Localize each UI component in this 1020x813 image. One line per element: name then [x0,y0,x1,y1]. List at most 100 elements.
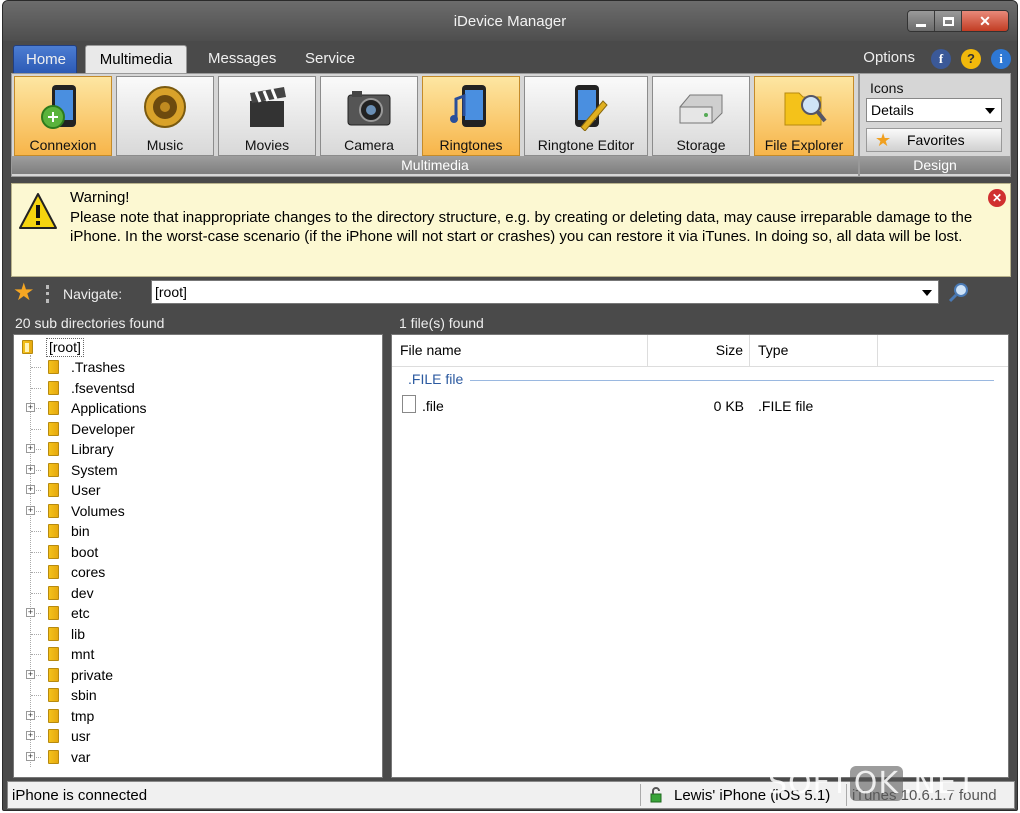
expand-icon[interactable]: + [26,485,35,494]
favorite-star-icon[interactable]: ★ [13,279,35,307]
tree-item-label: bin [71,523,90,539]
tree-count: 20 sub directories found [15,315,165,331]
speaker-icon [144,86,186,128]
ringtone-editor-icon [575,85,608,131]
tab-home[interactable]: Home [13,45,77,73]
folder-search-icon [784,92,827,126]
music-label: Music [146,137,184,153]
tree-item[interactable]: + private [14,665,374,685]
files-count: 1 file(s) found [399,315,484,331]
directory-tree[interactable]: [root] .Trashes .fseventsd + Applications De… [13,334,383,778]
tree-item[interactable]: + tmp [14,706,374,726]
tree-item[interactable]: + etc [14,603,374,623]
maximize-button[interactable] [935,11,962,31]
watermark-logo: SOFT OK .NET [768,766,976,801]
tab-multimedia[interactable]: Multimedia [85,45,187,73]
favorites-button[interactable]: ★ Favorites [866,128,1002,152]
warning-close-icon[interactable]: ✕ [988,189,1006,207]
tree-item[interactable]: + Library [14,439,374,459]
tree-item[interactable]: mnt [14,644,374,664]
file-group-header[interactable]: .FILE file [408,371,463,387]
chevron-down-icon[interactable] [922,290,932,296]
close-button[interactable]: ✕ [962,11,1008,31]
tree-item[interactable]: cores [14,562,374,582]
expand-icon[interactable]: + [26,444,35,453]
connexion-phone-icon [41,85,76,129]
folder-icon [48,606,59,620]
expand-icon[interactable]: + [26,403,35,412]
tab-messages[interactable]: Messages [196,45,288,73]
help-icon[interactable]: ? [961,49,981,69]
tree-item-label: tmp [71,707,95,724]
search-icon[interactable] [947,281,971,303]
multimedia-group-label: Multimedia [12,156,858,174]
column-size[interactable]: Size [648,335,750,366]
tree-item-label: .fseventsd [71,379,135,396]
tree-connector [31,592,41,594]
path-input[interactable]: [root] [151,280,939,304]
tree-item-label: mnt [71,646,95,662]
movies-button[interactable]: Movies [218,76,316,156]
expand-icon[interactable]: + [26,731,35,740]
file-row[interactable]: .file 0 KB .FILE file [392,395,1008,417]
camera-button[interactable]: Camera [320,76,418,156]
title-bar[interactable]: iDevice Manager ✕ [3,1,1017,41]
ribbon-group-design: Icons Details ★ Favorites Design [860,74,1010,176]
tree-item[interactable]: Developer [14,419,374,439]
tree-item-label: .Trashes [71,359,125,375]
expand-icon[interactable]: + [26,751,35,761]
info-icon[interactable]: i [991,49,1011,69]
storage-button[interactable]: Storage [652,76,750,156]
tree-item[interactable]: .Trashes [14,357,374,377]
expand-icon[interactable]: + [26,669,35,679]
tree-item[interactable]: .fseventsd [14,378,374,398]
tree-item[interactable]: + usr [14,726,374,746]
music-button[interactable]: Music [116,76,214,156]
options-menu[interactable]: Options [863,49,915,66]
file-explorer-button[interactable]: File Explorer [754,76,854,156]
expand-icon[interactable]: + [26,505,35,515]
folder-icon [48,483,59,497]
tree-connector [31,695,41,696]
column-type[interactable]: Type [750,335,878,366]
warning-text: Please note that inappropriate changes t… [70,209,973,245]
column-file-name[interactable]: File name [392,335,648,366]
camera-label: Camera [344,137,394,153]
tree-item[interactable]: + var [14,747,374,767]
tree-item[interactable]: lib [14,624,374,644]
expand-icon[interactable]: + [26,710,35,720]
folder-icon [48,585,59,600]
file-list[interactable]: File name Size Type .FILE file .file 0 K… [391,334,1009,778]
tree-item[interactable]: sbin [14,685,374,705]
connexion-label: Connexion [29,137,97,153]
tree-connector [31,633,41,635]
tree-item[interactable]: bin [14,521,374,541]
expand-icon[interactable]: + [26,464,35,474]
tree-item-label: Volumes [71,502,125,519]
group-divider [470,380,994,381]
toolbar-grip[interactable] [46,285,49,303]
minimize-button[interactable] [908,11,935,31]
folder-icon [48,729,59,743]
ringtone-editor-button[interactable]: Ringtone Editor [524,76,648,156]
clapperboard-icon [250,87,286,127]
folder-icon [48,442,59,456]
ringtones-button[interactable]: Ringtones [422,76,520,156]
expand-icon[interactable]: + [26,608,35,617]
facebook-icon[interactable]: f [931,49,951,69]
tree-item[interactable]: + System [14,460,374,480]
tree-item[interactable]: + User [14,480,374,500]
status-separator [640,784,641,806]
connexion-button[interactable]: Connexion [14,76,112,156]
tab-service[interactable]: Service [293,45,367,73]
folder-icon [48,462,59,477]
folder-icon [48,749,59,764]
tree-item[interactable]: boot [14,542,374,562]
tree-item[interactable]: + Applications [14,398,374,418]
view-mode-select[interactable]: Details [866,98,1002,122]
tree-item-label: Applications [71,400,147,416]
app-window: iDevice Manager ✕ Home Multimedia Messag… [2,0,1018,811]
tree-item[interactable]: dev [14,583,374,603]
tree-connector [31,428,41,430]
tree-item[interactable]: + Volumes [14,501,374,521]
